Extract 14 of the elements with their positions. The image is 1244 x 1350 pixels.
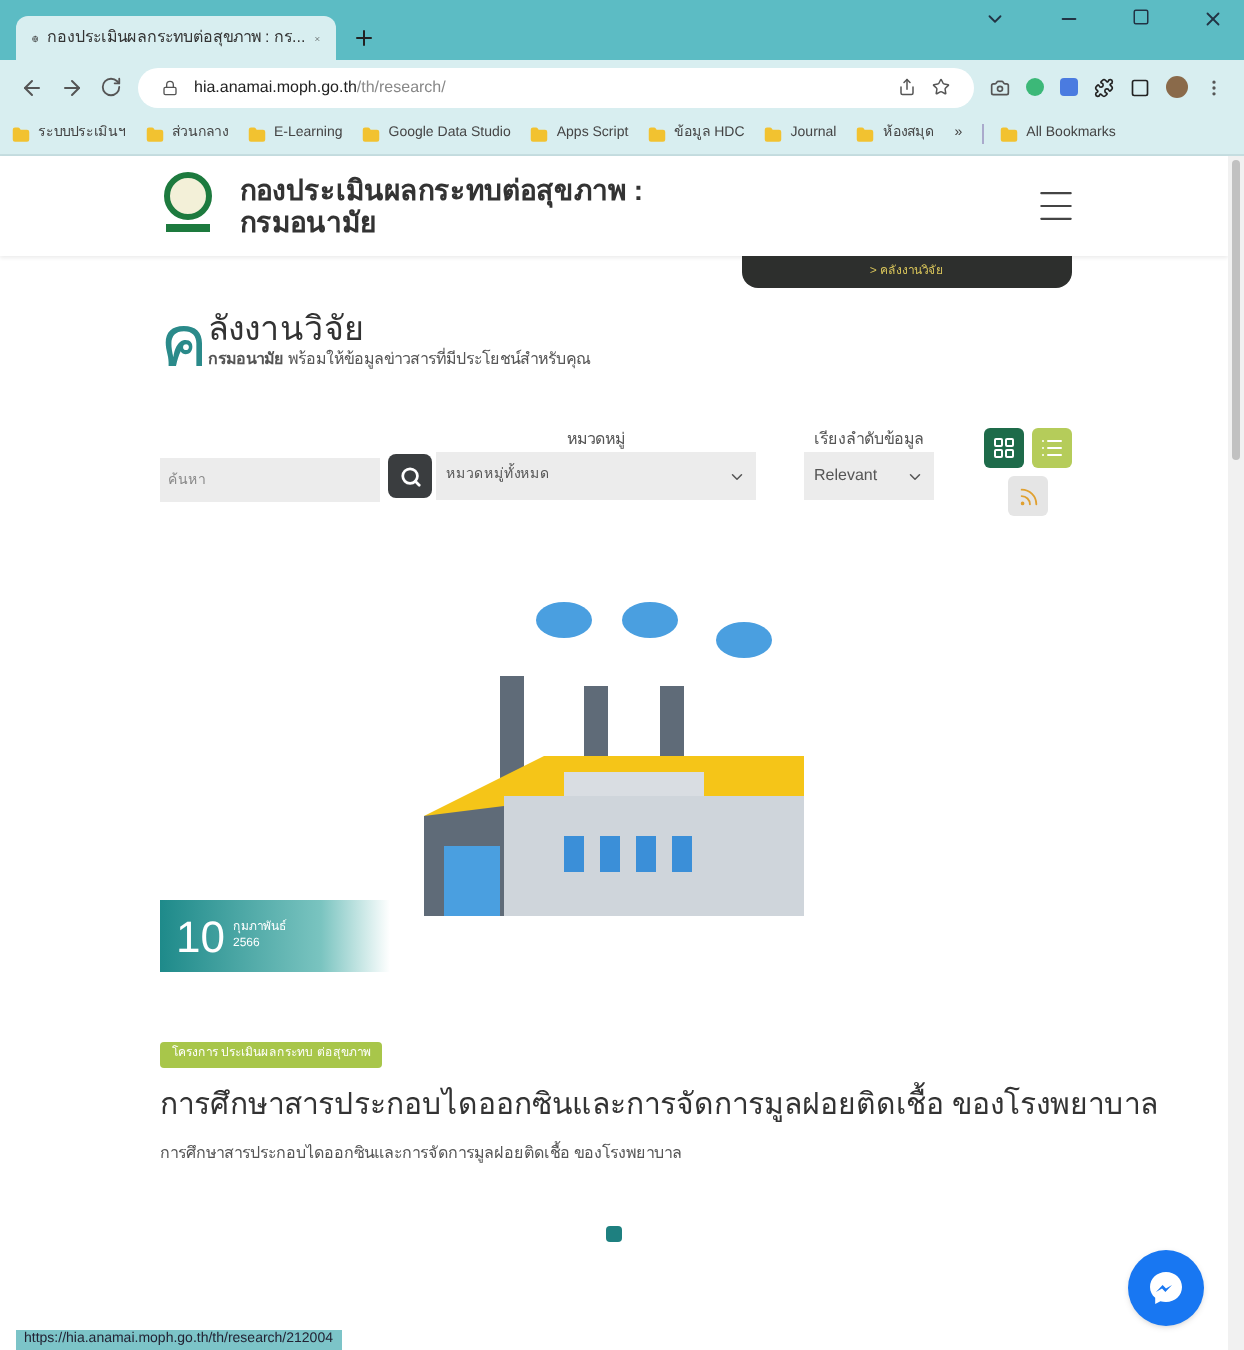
url-text: hia.anamai.moph.go.th/th/research/ (194, 75, 448, 99)
post-excerpt: การศึกษาสารประกอบไดออกซินและการจัดการมูลฝอยติดเชื้อ ของโรงพยาบาล (160, 1141, 685, 1165)
date-day: 10 (176, 903, 225, 969)
heading-initial: ค (160, 312, 208, 372)
post-title[interactable]: การศึกษาสารประกอบไดออกซินและการจัดการมูลฝอยติดเชื้อ ของโรงพยาบาล (160, 1084, 1228, 1129)
site-title[interactable]: กองประเมินผลกระทบต่อสุขภาพ : กรมอนามัย (240, 174, 660, 238)
sort-select[interactable]: Relevant (804, 452, 934, 500)
page-subtitle: กรมอนามัย พร้อมให้ข้อมูลข่าวสารที่มีประโยชน์สำหรับคุณ (208, 348, 591, 372)
page-heading: ลังงานวิจัย (208, 312, 366, 348)
sort-label: เรียงลำดับข้อมูล (814, 428, 924, 452)
category-label: หมวดหมู่ (567, 428, 625, 452)
tab-title: กองประเมินผลกระทบต่อสุขภาพ : กร... (46, 26, 306, 50)
address-bar[interactable]: hia.anamai.moph.go.th/th/research/ (138, 67, 974, 107)
browser-tab[interactable]: กองประเมินผลกระทบต่อสุขภาพ : กร... (16, 16, 336, 60)
